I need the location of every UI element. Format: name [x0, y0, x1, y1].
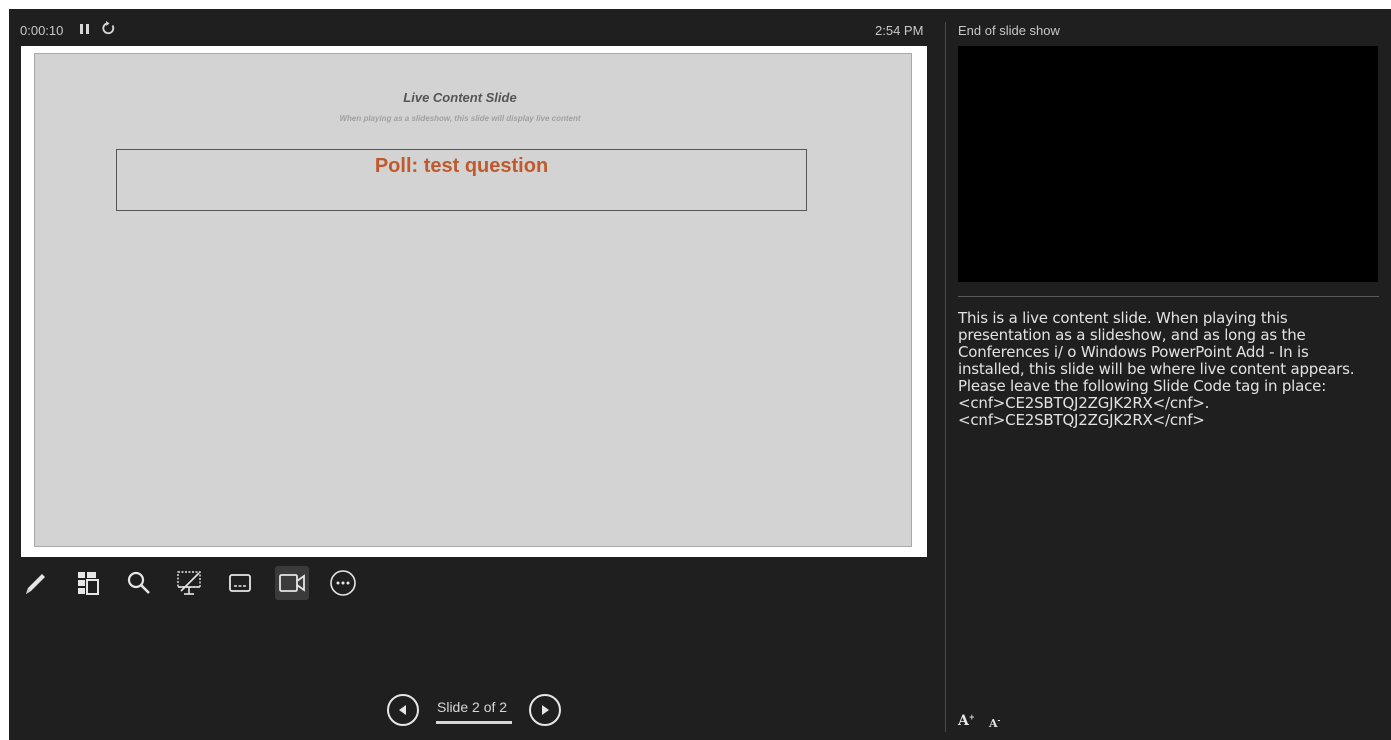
see-all-slides-icon [78, 572, 99, 595]
pen-tool-button[interactable] [19, 566, 53, 600]
slide-subtitle: When playing as a slideshow, this slide … [339, 114, 581, 123]
next-slide-preview[interactable] [958, 46, 1378, 282]
pane-divider[interactable] [945, 22, 946, 732]
pause-icon [80, 24, 83, 34]
camera-icon [279, 574, 305, 592]
increase-font-icon: A+ [958, 712, 975, 729]
presenter-view: 0:00:10 2:54 PM Live Content Slide When … [9, 9, 1391, 740]
current-time: 2:54 PM [875, 23, 924, 38]
zoom-icon [127, 571, 150, 594]
increase-font-button[interactable]: A+ [958, 712, 975, 729]
previous-slide-button[interactable] [387, 694, 419, 726]
pause-icon-bar [86, 24, 89, 34]
speaker-notes: This is a live content slide. When playi… [958, 309, 1355, 429]
subtitles-button[interactable] [223, 566, 257, 600]
elapsed-timer: 0:00:10 [20, 23, 64, 38]
decrease-font-icon: A- [989, 715, 1001, 730]
next-slide-label: End of slide show [958, 23, 1060, 38]
more-options-button[interactable] [326, 566, 360, 600]
current-slide: Live Content Slide When playing as a sli… [34, 53, 912, 547]
slide-title: Live Content Slide [403, 90, 517, 105]
current-slide-frame[interactable]: Live Content Slide When playing as a sli… [21, 46, 927, 557]
pause-timer-button[interactable] [77, 21, 91, 37]
poll-box: Poll: test question [116, 149, 807, 211]
zoom-button[interactable] [122, 566, 156, 600]
restart-icon [102, 21, 115, 35]
more-options-icon [330, 570, 356, 596]
triangle-right-icon [542, 705, 549, 715]
black-screen-button[interactable] [172, 566, 206, 600]
black-screen-icon [177, 571, 201, 595]
slide-counter[interactable]: Slide 2 of 2 [437, 699, 507, 715]
decrease-font-button[interactable]: A- [989, 715, 1000, 730]
camera-toggle-button[interactable] [275, 566, 309, 600]
restart-timer-button[interactable] [101, 20, 117, 36]
next-slide-button[interactable] [529, 694, 561, 726]
see-all-slides-button[interactable] [71, 566, 105, 600]
pen-icon [26, 574, 45, 594]
poll-title: Poll: test question [374, 155, 549, 177]
notes-separator[interactable] [958, 296, 1379, 297]
subtitles-icon [229, 574, 251, 592]
slide-progress-bar [436, 721, 512, 724]
triangle-left-icon [399, 705, 406, 715]
